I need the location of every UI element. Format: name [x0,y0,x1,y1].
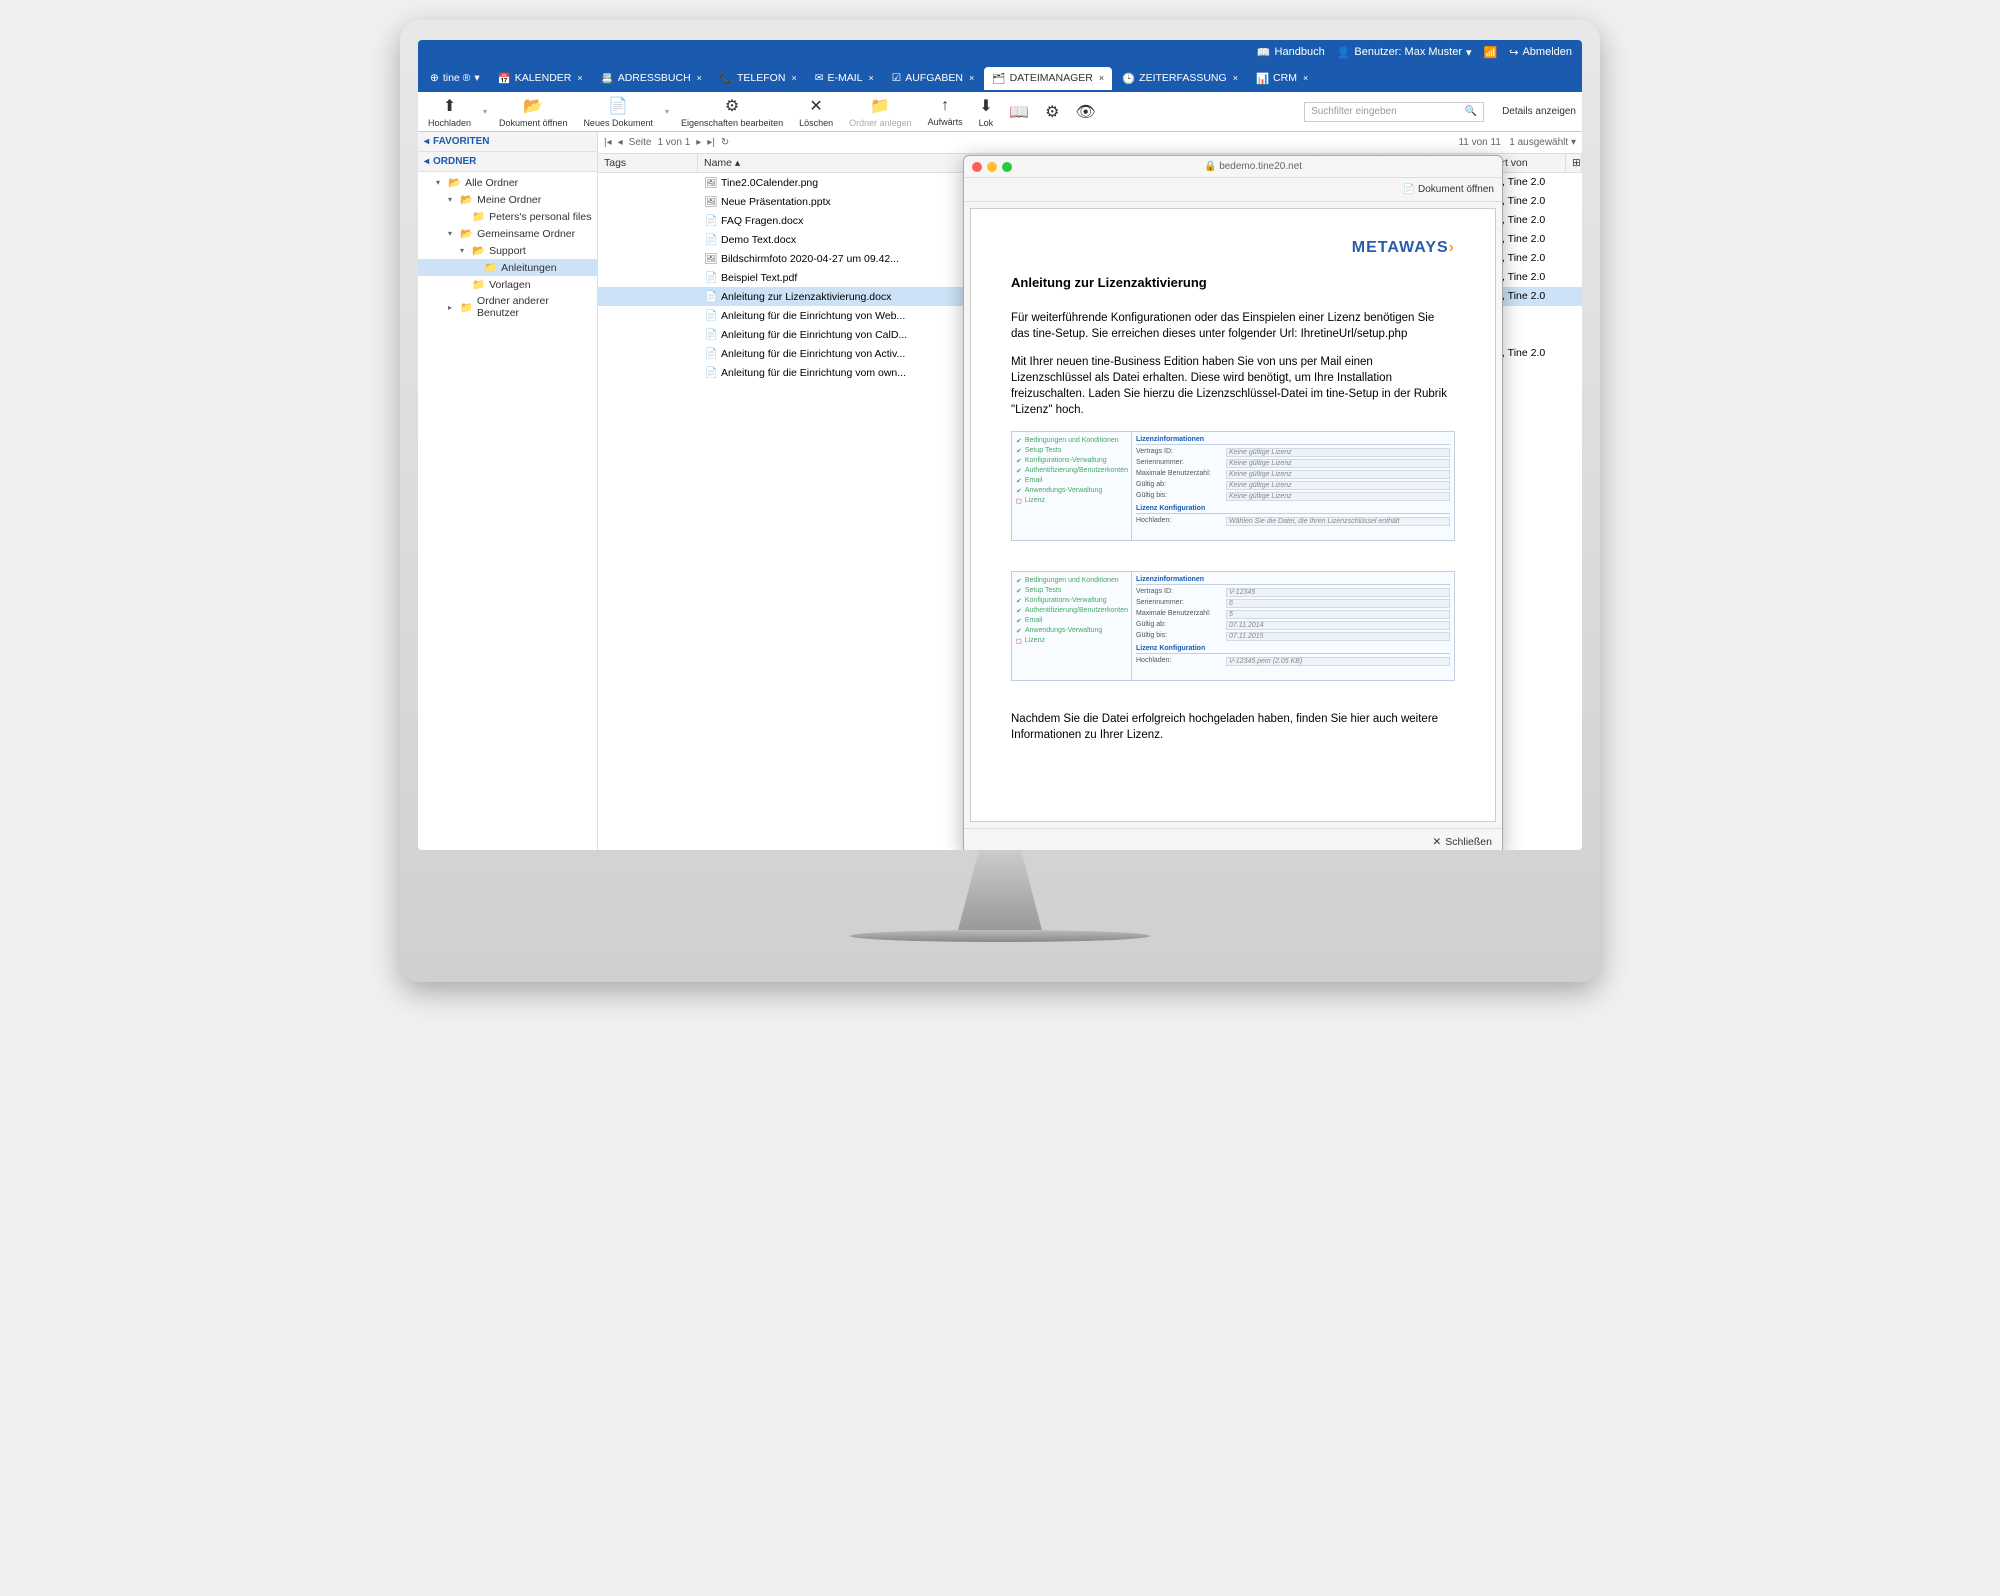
folder-header[interactable]: ◂ORDNER [418,152,597,172]
tree-item[interactable]: ▾📂Meine Ordner [418,191,597,208]
popup-titlebar[interactable]: 🔒 bedemo.tine20.net [964,156,1502,178]
properties-icon: ⚙ [725,96,739,116]
page-info: 1 von 1 [657,137,690,148]
close-icon[interactable]: × [869,73,874,83]
download-icon: ⬇ [979,96,992,116]
favorites-header[interactable]: ◂FAVORITEN [418,132,597,152]
tree-item[interactable]: ▾📂Gemeinsame Ordner [418,225,597,242]
col-tags[interactable]: Tags [598,154,698,172]
close-icon[interactable]: × [1233,73,1238,83]
open-icon: 📂 [523,96,543,116]
tree-item[interactable]: ▸📁Ordner anderer Benutzer [418,293,597,321]
close-icon[interactable]: × [969,73,974,83]
tree-item[interactable]: ▾📂Support [418,242,597,259]
user-menu[interactable]: 👤 Benutzer: Max Muster ▾ [1337,46,1472,59]
open-document-button[interactable]: 📂Dokument öffnen [495,94,571,130]
tab-nav: ⊕ tine ® ▾ 📅 KALENDER× 📇 ADRESSBUCH× 📞 T… [418,64,1582,92]
upload-button[interactable]: ⬆Hochladen [424,94,475,130]
upload-icon: ⬆ [443,96,456,116]
next-page-button[interactable]: ▸ [696,137,701,148]
tree-item[interactable]: 📁Anleitungen [418,259,597,276]
new-icon: 📄 [608,96,628,116]
tab-email[interactable]: ✉ E-MAIL× [807,67,882,89]
view-button[interactable]: 👁 [1071,100,1099,124]
preview-popup: 🔒 bedemo.tine20.net 📄 Dokument öffnen ME… [963,155,1503,850]
upwards-button[interactable]: ↑Aufwärts [924,95,967,129]
create-folder-button[interactable]: 📁Ordner anlegen [845,94,916,130]
delete-button[interactable]: ✕Löschen [795,94,837,130]
edit-properties-button[interactable]: ⚙Eigenschaften bearbeiten [677,94,787,130]
settings-button[interactable]: ⚙ [1041,100,1063,124]
eye-icon: 👁 [1075,102,1095,122]
license-screenshot-before: ✔Bedingungen und Konditionen✔Setup Tests… [1011,431,1455,541]
details-toggle[interactable]: Details anzeigen [1502,106,1576,117]
tab-telefon[interactable]: 📞 TELEFON× [712,67,805,90]
close-icon[interactable]: × [791,73,796,83]
document-paragraph: Nachdem Sie die Datei erfolgreich hochge… [1011,711,1455,743]
document-preview: METAWAYS› Anleitung zur Lizenzaktivierun… [970,208,1496,822]
tab-aufgaben[interactable]: ☑ AUFGABEN× [884,67,982,89]
toolbar: ⬆Hochladen▾ 📂Dokument öffnen 📄Neues Doku… [418,92,1582,132]
refresh-button[interactable]: ↻ [721,137,729,148]
search-icon: 🔍 [1465,106,1477,117]
logout-link[interactable]: ↪ Abmelden [1509,46,1572,59]
page-label: Seite [629,137,652,148]
pager: |◂ ◂ Seite 1 von 1 ▸ ▸| ↻ 11 von 11 1 au… [598,132,1582,154]
up-icon: ↑ [941,97,949,115]
tab-crm[interactable]: 📊 CRM× [1248,67,1316,90]
close-icon[interactable]: × [1303,73,1308,83]
first-page-button[interactable]: |◂ [604,137,612,148]
metaways-logo: METAWAYS› [1011,239,1455,257]
book-button[interactable]: 📖 [1005,100,1033,124]
sidebar: ◂FAVORITEN ◂ORDNER ▾📂Alle Ordner▾📂Meine … [418,132,598,850]
selected-count: 1 ausgewählt [1509,137,1568,148]
tab-dateimanager[interactable]: 🗂 DATEIMANAGER× [984,67,1112,90]
license-screenshot-after: ✔Bedingungen und Konditionen✔Setup Tests… [1011,571,1455,681]
topbar: 📖 Handbuch 👤 Benutzer: Max Muster ▾ 📶 ↪ … [418,40,1582,64]
new-document-button[interactable]: 📄Neues Dokument [579,94,657,130]
delete-icon: ✕ [809,96,822,116]
close-icon[interactable]: × [1099,73,1104,83]
close-icon[interactable]: × [697,73,702,83]
tree-item[interactable]: 📁Peters's personal files [418,208,597,225]
prev-page-button[interactable]: ◂ [618,137,623,148]
row-count: 11 von 11 [1458,137,1500,148]
popup-open-document-button[interactable]: 📄 Dokument öffnen [1403,184,1494,195]
tab-zeiterfassung[interactable]: 🕒 ZEITERFASSUNG× [1114,67,1246,90]
book-icon: 📖 [1009,102,1029,122]
gear-icon: ⚙ [1045,102,1059,122]
tab-tine[interactable]: ⊕ tine ® ▾ [422,67,488,89]
close-window-icon[interactable] [972,162,982,172]
last-page-button[interactable]: ▸| [707,137,715,148]
document-title: Anleitung zur Lizenzaktivierung [1011,275,1455,290]
document-paragraph: Mit Ihrer neuen tine-Business Edition ha… [1011,354,1455,418]
folder-plus-icon: 📁 [870,96,890,116]
document-paragraph: Für weiterführende Konfigurationen oder … [1011,310,1455,342]
tree-item[interactable]: ▾📂Alle Ordner [418,174,597,191]
save-local-button[interactable]: ⬇Lok [975,94,998,130]
search-input[interactable]: Suchfilter eingeben🔍 [1304,102,1484,122]
wifi-icon: 📶 [1484,46,1498,59]
tab-adressbuch[interactable]: 📇 ADRESSBUCH× [593,67,710,90]
column-menu[interactable]: ⊞ [1566,154,1582,172]
tree-item[interactable]: 📁Vorlagen [418,276,597,293]
maximize-window-icon[interactable] [1002,162,1012,172]
close-icon[interactable]: × [577,73,582,83]
minimize-window-icon[interactable] [987,162,997,172]
tab-kalender[interactable]: 📅 KALENDER× [490,67,591,90]
handbook-link[interactable]: 📖 Handbuch [1257,46,1325,59]
popup-url: 🔒 bedemo.tine20.net [1204,161,1302,172]
close-button[interactable]: ✕ Schließen [964,828,1502,850]
